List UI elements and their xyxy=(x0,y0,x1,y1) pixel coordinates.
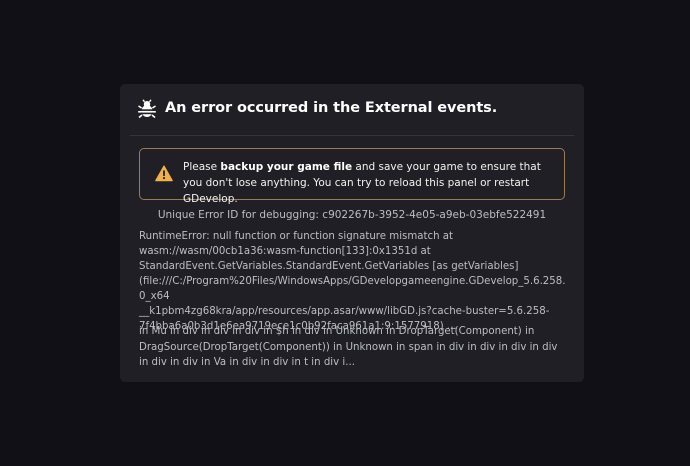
error-stack-trace: RuntimeError: null function or function … xyxy=(139,231,566,332)
component-stack-trace: in Mu in div in div in div in $h in div … xyxy=(139,326,558,368)
error-id: Unique Error ID for debugging: c902267b-… xyxy=(157,209,547,221)
error-dialog: An error occurred in the External events… xyxy=(120,84,584,382)
dialog-title: An error occurred in the External events… xyxy=(165,100,498,116)
warning-prefix: Please xyxy=(183,161,221,173)
bug-icon xyxy=(137,99,157,119)
dialog-header: An error occurred in the External events… xyxy=(120,84,584,136)
warning-message: Please backup your game file and save yo… xyxy=(183,159,558,207)
header-divider xyxy=(130,135,574,136)
backup-warning: Please backup your game file and save yo… xyxy=(139,148,565,205)
warning-triangle-icon xyxy=(155,165,173,182)
warning-emphasis: backup your game file xyxy=(220,161,353,173)
